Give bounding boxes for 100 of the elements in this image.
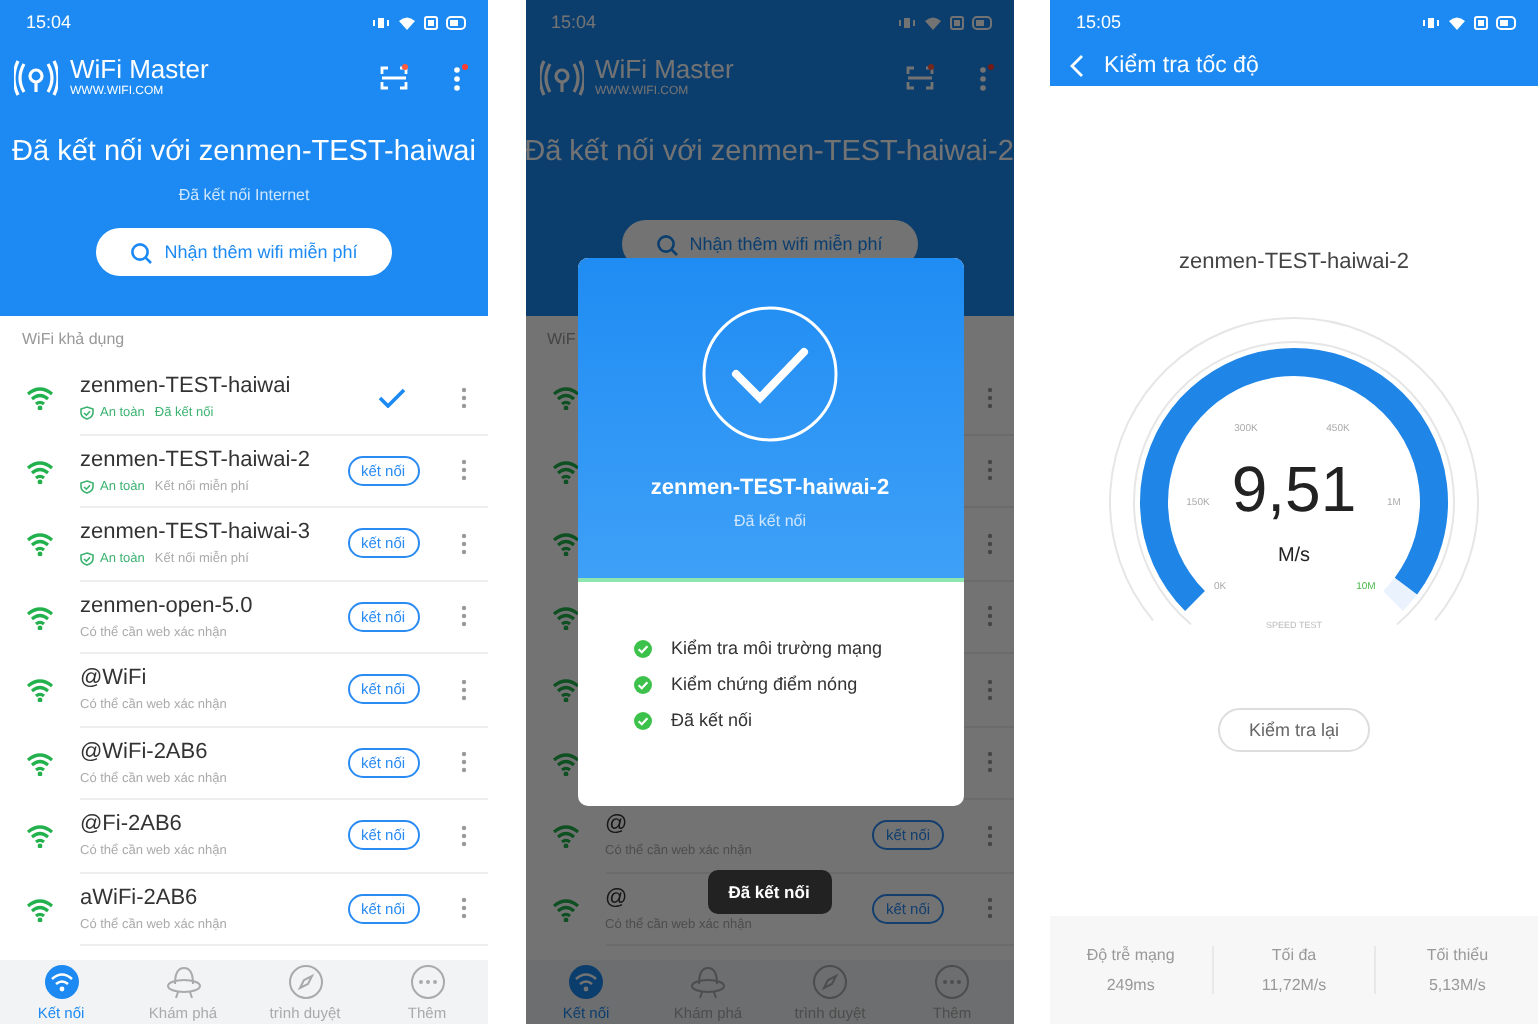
spaceship-icon [165,963,201,999]
vibrate-icon [372,15,390,29]
wifi-signal-icon [551,824,579,849]
more-icon [409,963,445,999]
search-icon [655,233,678,255]
more-options-icon[interactable] [985,677,993,702]
connection-title: Đã kết nối với zenmen-TEST-haiwai-2 [525,134,1013,172]
wifi-signal-icon [551,459,579,484]
stat-value: 11,72M/s [1261,976,1327,994]
more-options-icon[interactable] [460,604,468,629]
network-name: zenmen-TEST-haiwai-3 [80,520,310,547]
more-options-icon[interactable] [985,458,993,483]
check-label: Kiểm tra môi trường mạng [671,638,882,658]
check-icon [378,387,406,408]
more-options-icon[interactable] [460,677,468,702]
more-options-icon[interactable] [985,531,993,556]
vibrate-icon [897,15,915,29]
more-options-icon[interactable] [985,750,993,775]
wifi-signal-icon [551,751,579,776]
more-options-icon[interactable] [460,458,468,483]
wifi-icon [568,963,604,999]
stat-label: Độ trễ mạng [1086,946,1175,964]
square-icon [424,15,438,29]
more-icon [934,963,970,999]
compass-icon [287,963,323,999]
wifi-signal-icon [551,605,579,630]
wifi-icon [923,15,941,29]
more-options-icon[interactable] [985,604,993,629]
network-name: @ [605,812,628,839]
network-name: aWiFi-2AB6 [80,885,198,912]
more-options-icon[interactable] [460,531,468,556]
more-options-icon[interactable] [452,64,468,92]
shield-check-icon [80,406,94,421]
shield-check-icon [80,552,94,567]
network-name: zenmen-TEST-haiwai-2 [80,447,310,474]
wifi-signal-icon [26,678,54,703]
square-icon [1474,15,1488,29]
check-circle-icon [700,304,840,444]
wifi-signal-icon [26,605,54,630]
wifi-signal-icon [26,386,54,411]
wifi-signal-icon [26,824,54,849]
wifi-signal-icon [26,459,54,484]
free-wifi-button[interactable]: Nhận thêm wifi miễn phí [96,228,392,276]
spaceship-icon [690,963,726,999]
wifi-icon [398,15,416,29]
status-time: 15:05 [1076,12,1122,32]
vibrate-icon [1422,15,1440,29]
network-name: zenmen-TEST-haiwai [80,374,291,401]
battery-icon [446,15,468,29]
wifi-signal-icon [551,386,579,411]
dialog-status: Đã kết nối [733,512,807,530]
antenna-logo-icon [14,60,58,96]
wifi-signal-icon [551,678,579,703]
page-title: Kiểm tra tốc độ [1104,53,1259,77]
app-title: WiFi Master [595,56,736,84]
network-name: zenmen-TEST-haiwai-2 [1179,248,1409,278]
dialog-network-name: zenmen-TEST-haiwai-2 [650,476,890,500]
retest-button[interactable]: Kiểm tra lại [1218,708,1370,752]
more-options-icon[interactable] [460,750,468,775]
app-title: WiFi Master [70,56,211,84]
speed-unit: M/s [1277,545,1311,568]
more-options-icon[interactable] [460,896,468,921]
wifi-signal-icon [26,897,54,922]
stat-value: 5,13M/s [1428,976,1486,994]
connection-title: Đã kết nối với zenmen-TEST-haiwai [12,134,476,172]
toast-message: Đã kết nối [707,870,831,914]
square-icon [949,15,963,29]
network-name: zenmen-open-5.0 [80,593,253,620]
scan-icon[interactable] [905,64,933,92]
more-options-icon[interactable] [977,64,993,92]
back-icon[interactable] [1070,53,1084,77]
scan-icon[interactable] [380,64,408,92]
wifi-signal-icon [551,532,579,557]
stat-label: Tối đa [1271,946,1317,964]
more-options-icon[interactable] [460,385,468,410]
more-options-icon[interactable] [985,385,993,410]
check-label: Đã kết nối [671,710,753,730]
stat-label: Tối thiểu [1426,946,1489,964]
network-name: @Fi-2AB6 [80,812,182,839]
compass-icon [812,963,848,999]
network-name: @ [605,885,628,912]
wifi-signal-icon [26,751,54,776]
network-name: @WiFi-2AB6 [80,739,208,766]
more-options-icon[interactable] [460,823,468,848]
wifi-icon [1448,15,1466,29]
stat-value: 249ms [1106,976,1155,994]
wifi-signal-icon [551,897,579,922]
more-options-icon[interactable] [985,896,993,921]
speed-reading: 9,51 [1231,452,1357,525]
wifi-signal-icon [26,532,54,557]
status-time: 15:04 [26,12,72,32]
antenna-logo-icon [539,60,583,96]
section-label: WiFi khả dụng [22,330,125,348]
status-time: 15:04 [551,12,597,32]
network-name: @WiFi [80,666,147,693]
more-options-icon[interactable] [985,823,993,848]
search-icon [130,241,153,263]
battery-icon [1496,15,1518,29]
check-label: Kiểm chứng điểm nóng [671,674,858,694]
connection-subtitle: Đã kết nối Internet [178,184,310,208]
